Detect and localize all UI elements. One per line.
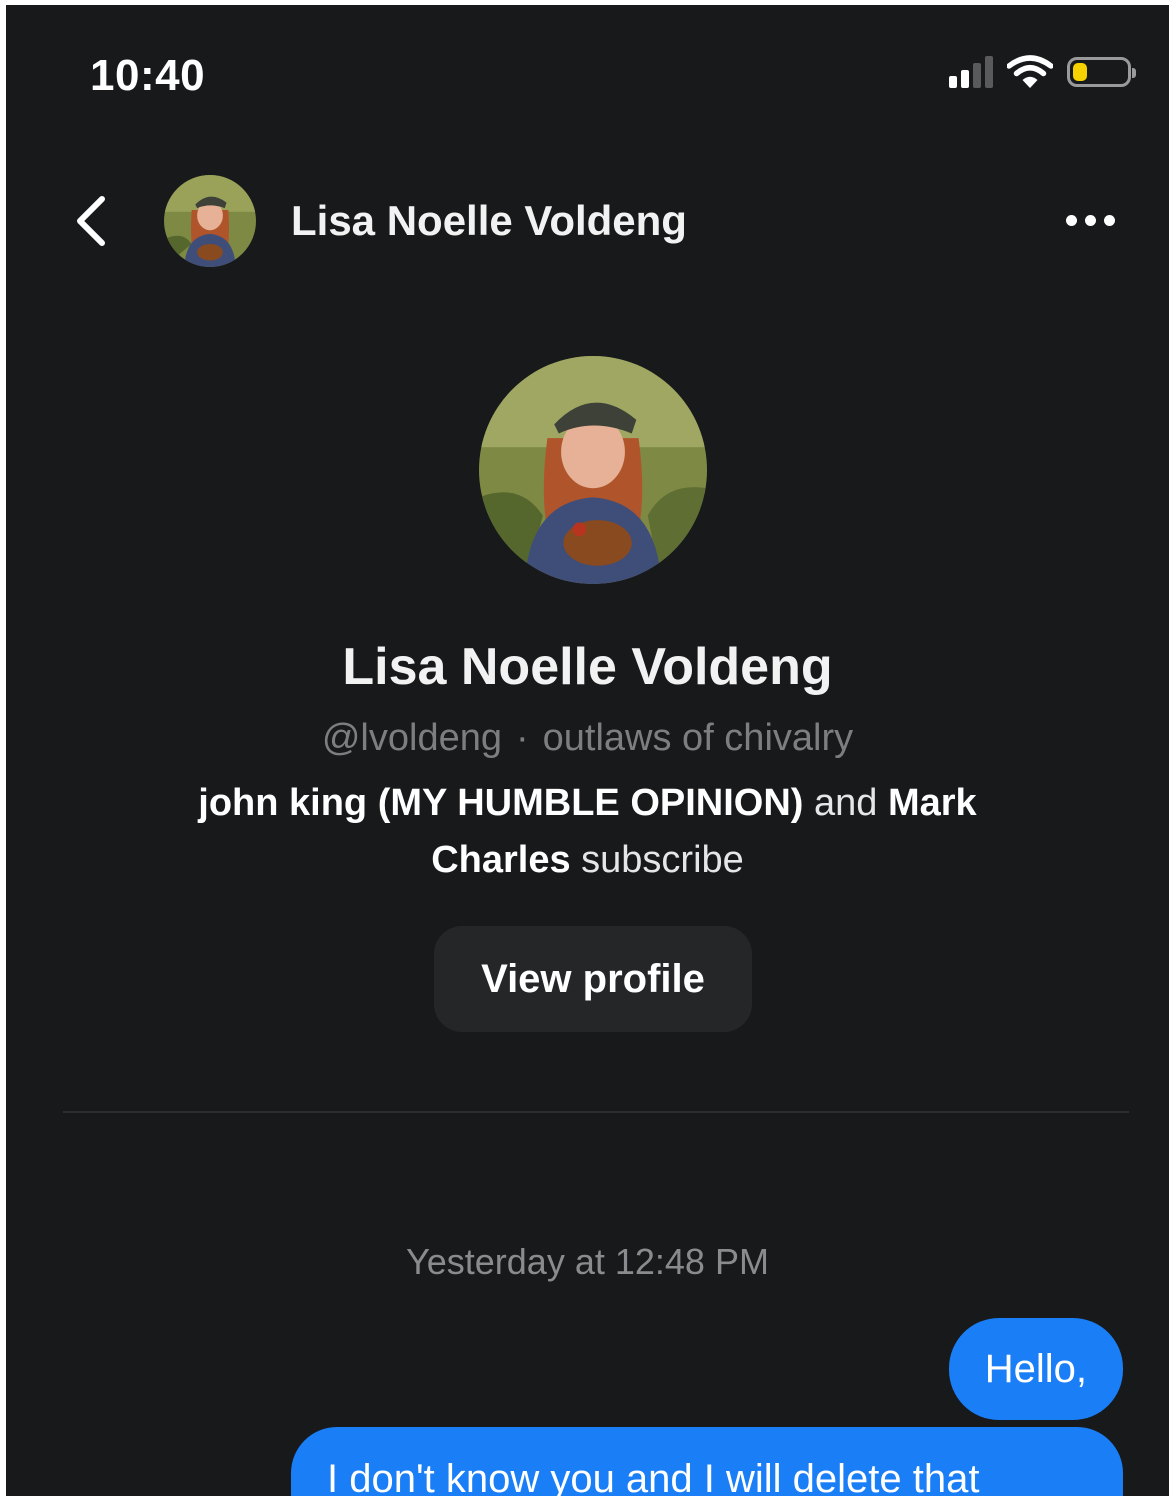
header-name[interactable]: Lisa Noelle Voldeng [291,197,687,245]
message-bubble[interactable]: Hello, [948,1318,1123,1420]
subscribe-text: subscribe [581,839,744,881]
profile-meta: @lvoldeng · outlaws of chivalry [6,717,1169,760]
separator-dot: · [516,717,529,759]
subscriber-name[interactable]: john king (MY HUMBLE OPINION) [198,782,803,824]
profile-handle: @lvoldeng [321,717,502,759]
battery-level [1073,63,1087,81]
conjunction-text: and [814,782,878,824]
view-profile-button[interactable]: View profile [434,926,752,1032]
header-avatar[interactable] [164,175,256,267]
status-time: 10:40 [90,51,206,100]
status-icons [949,55,1136,89]
divider [63,1111,1129,1113]
ellipsis-dot [1104,215,1115,226]
battery-icon [1067,57,1136,87]
profile-avatar[interactable] [479,356,707,584]
ellipsis-dot [1085,215,1096,226]
avatar-photo [164,175,256,267]
more-options-button[interactable] [1062,211,1119,230]
back-button[interactable] [70,195,114,247]
chevron-left-icon [77,196,105,246]
ellipsis-icon [1066,215,1077,226]
subscriber-info: john king (MY HUMBLE OPINION) and Mark C… [156,775,1019,889]
profile-name: Lisa Noelle Voldeng [342,638,833,696]
avatar-photo [479,356,707,584]
message-timestamp: Yesterday at 12:48 PM [406,1241,769,1282]
publication-link[interactable]: outlaws of chivalry [543,717,853,759]
chat-screen: 10:40 Lisa Noelle Voldeng Lisa Noelle Vo… [6,5,1169,1496]
message-bubble[interactable]: I don't know you and I will delete that [291,1427,1123,1496]
cellular-signal-icon [949,56,993,88]
wifi-icon [1007,55,1053,88]
